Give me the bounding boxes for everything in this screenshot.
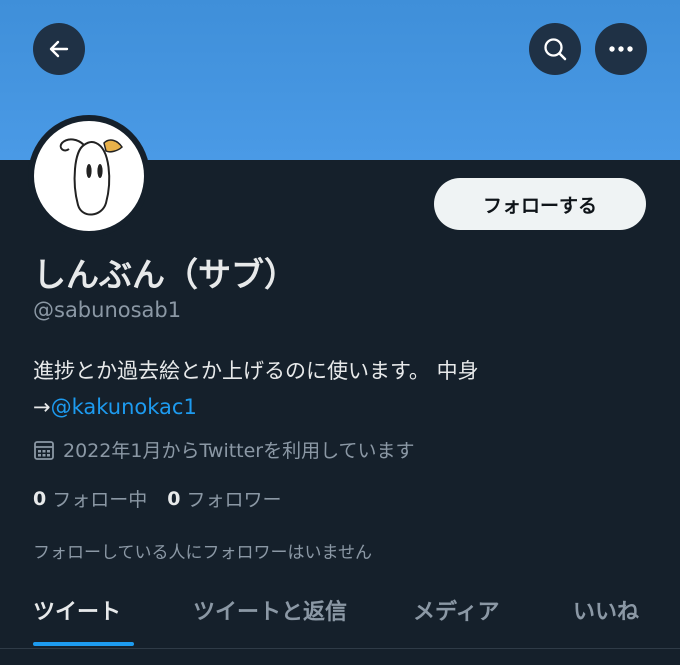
bio-arrow: → <box>33 395 51 419</box>
profile-bio: 進捗とか過去絵とか上げるのに使います。 中身 →@kakunokac1 <box>33 353 633 425</box>
avatar-image <box>34 121 144 231</box>
join-date: 2022年1月からTwitterを利用しています <box>33 436 415 463</box>
display-name: しんぶん（サブ） <box>33 255 297 294</box>
search-button[interactable] <box>529 23 581 75</box>
no-mutual-followers-note: フォローしている人にフォロワーはいません <box>33 543 372 563</box>
more-options-button[interactable] <box>595 23 647 75</box>
bio-text: 進捗とか過去絵とか上げるのに使います。 中身 <box>33 359 479 383</box>
calendar-icon <box>34 440 54 460</box>
profile-tabs: ツイート ツイートと返信 メディア いいね <box>0 588 680 646</box>
tabs-divider <box>0 648 680 649</box>
following-count-link[interactable]: 0 フォロー中 <box>33 485 147 512</box>
back-button[interactable] <box>33 23 85 75</box>
following-label: フォロー中 <box>52 489 148 511</box>
active-tab-indicator <box>33 642 134 646</box>
followers-count: 0 <box>167 487 181 510</box>
avatar[interactable] <box>28 115 150 237</box>
user-handle: @sabunosab1 <box>33 298 182 322</box>
follow-button[interactable]: フォローする <box>434 178 646 230</box>
tab-media[interactable]: メディア <box>413 594 499 626</box>
tab-likes[interactable]: いいね <box>573 594 639 626</box>
more-horizontal-icon <box>609 46 633 52</box>
follow-counts: 0 フォロー中 0 フォロワー <box>33 485 282 512</box>
join-date-text: 2022年1月からTwitterを利用しています <box>63 440 415 462</box>
followers-label: フォロワー <box>186 489 282 511</box>
tab-tweets-and-replies[interactable]: ツイートと返信 <box>193 594 347 626</box>
following-count: 0 <box>33 487 47 510</box>
search-icon <box>544 38 567 61</box>
tab-tweets[interactable]: ツイート <box>33 594 121 626</box>
arrow-left-icon <box>49 40 69 58</box>
followers-count-link[interactable]: 0 フォロワー <box>167 485 281 512</box>
bio-mention-link[interactable]: @kakunokac1 <box>51 395 197 419</box>
